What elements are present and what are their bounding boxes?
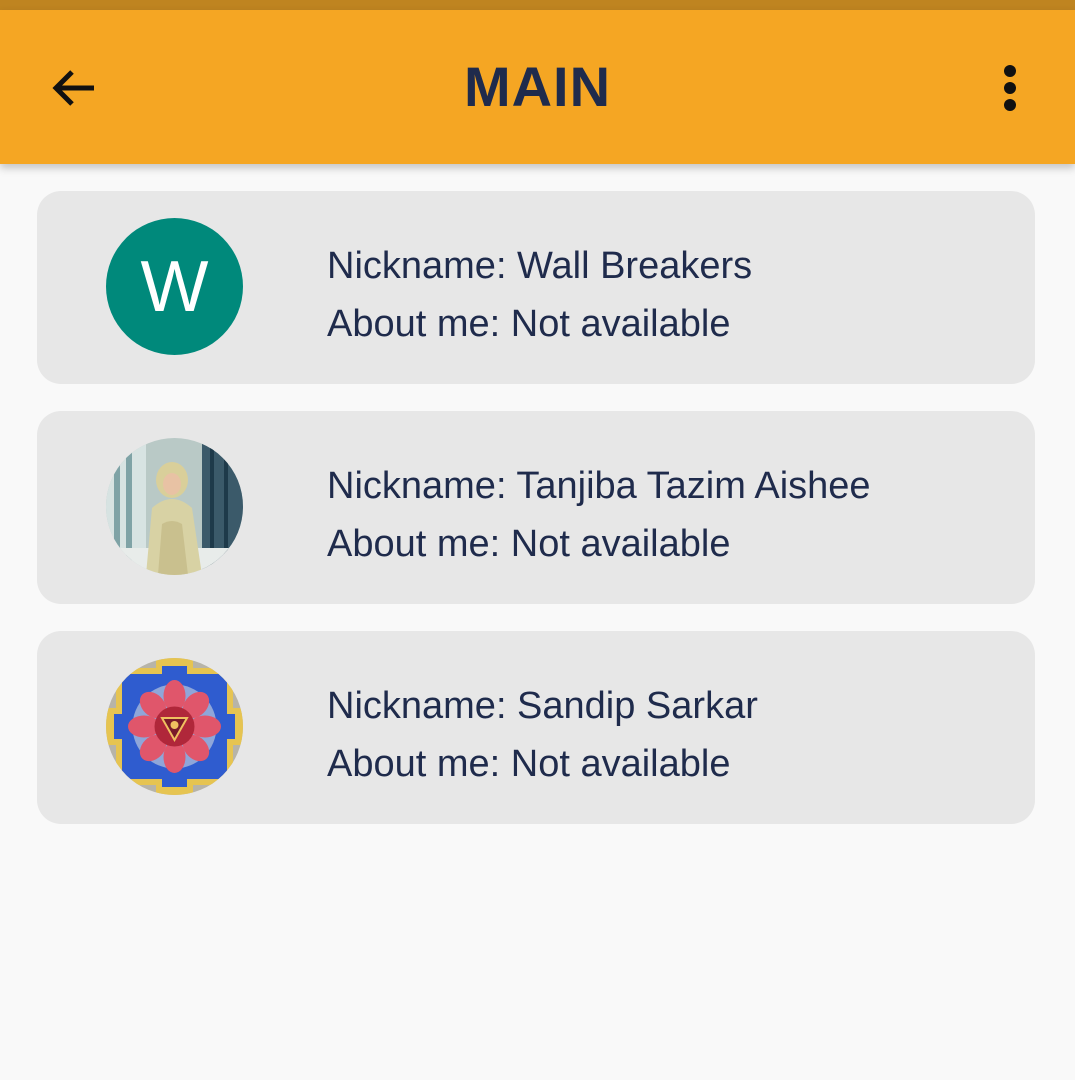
user-card[interactable]: Nickname: Tanjiba Tazim Aishee About me:… (37, 411, 1035, 604)
user-info: Nickname: Wall Breakers About me: Not av… (327, 237, 752, 353)
user-info: Nickname: Tanjiba Tazim Aishee About me:… (327, 457, 871, 573)
user-card[interactable]: Nickname: Sandip Sarkar About me: Not av… (37, 631, 1035, 824)
avatar: W (106, 218, 243, 355)
avatar (106, 438, 243, 575)
status-strip (0, 0, 1075, 10)
nickname-text: Nickname: Sandip Sarkar (327, 685, 758, 727)
user-card[interactable]: W Nickname: Wall Breakers About me: Not … (37, 191, 1035, 384)
avatar (106, 658, 243, 795)
user-info: Nickname: Sandip Sarkar About me: Not av… (327, 677, 758, 793)
nickname-text: Nickname: Tanjiba Tazim Aishee (327, 465, 871, 507)
more-vertical-icon (1004, 65, 1016, 111)
overflow-menu-button[interactable] (984, 58, 1036, 118)
app-bar: MAIN (0, 10, 1075, 164)
about-text: About me: Not available (327, 303, 731, 345)
about-text: About me: Not available (327, 743, 731, 785)
avatar-letter: W (140, 246, 209, 327)
profile-photo-icon (106, 438, 243, 575)
user-list: W Nickname: Wall Breakers About me: Not … (37, 191, 1035, 851)
page-title: MAIN (463, 55, 612, 118)
about-text: About me: Not available (327, 523, 731, 565)
nickname-text: Nickname: Wall Breakers (327, 245, 753, 287)
yantra-mandala-icon (106, 658, 243, 795)
